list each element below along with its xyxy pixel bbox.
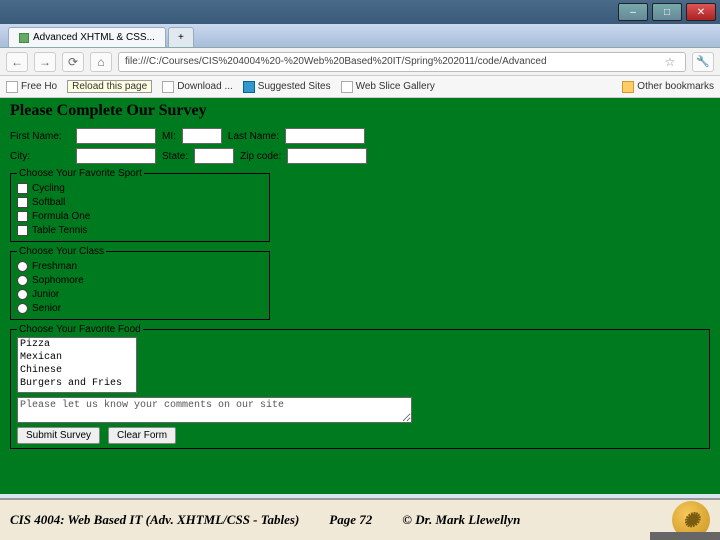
class-radio-sophomore[interactable] <box>17 275 28 286</box>
bookmark-label: Web Slice Gallery <box>356 81 435 92</box>
sport-checkbox-table-tennis[interactable] <box>17 225 28 236</box>
bookmark-star-icon[interactable]: ☆ <box>661 55 679 69</box>
tabstrip: Advanced XHTML & CSS... + <box>0 24 720 48</box>
submit-button[interactable]: Submit Survey <box>17 427 100 444</box>
bookmark-label: Free Ho <box>21 81 57 92</box>
bookmarks-bar: Free Ho Reload this page Download ... Su… <box>0 76 720 98</box>
slide-footer: CIS 4004: Web Based IT (Adv. XHTML/CSS -… <box>0 498 720 540</box>
sport-fieldset: Choose Your Favorite Sport Cycling Softb… <box>10 168 270 242</box>
maximize-button[interactable]: □ <box>652 3 682 21</box>
page-icon <box>341 81 353 93</box>
city-label: City: <box>10 151 70 162</box>
class-option-label: Sophomore <box>32 275 84 286</box>
bookmark-label: Suggested Sites <box>258 81 331 92</box>
footer-course: CIS 4004: Web Based IT (Adv. XHTML/CSS -… <box>10 512 299 528</box>
city-input[interactable] <box>76 148 156 164</box>
food-listbox[interactable]: Pizza Mexican Chinese Burgers and Fries <box>17 337 137 393</box>
class-option-label: Junior <box>32 289 59 300</box>
back-button[interactable]: ← <box>6 52 28 72</box>
sport-option-label: Formula One <box>32 211 90 222</box>
sport-option-label: Table Tennis <box>32 225 87 236</box>
state-label: State: <box>162 151 188 162</box>
sport-option-label: Softball <box>32 197 65 208</box>
bookmark-label: Download ... <box>177 81 233 92</box>
food-option[interactable]: Burgers and Fries <box>18 377 136 390</box>
tab-title: Advanced XHTML & CSS... <box>33 32 155 43</box>
sport-checkbox-cycling[interactable] <box>17 183 28 194</box>
sport-checkbox-softball[interactable] <box>17 197 28 208</box>
last-name-label: Last Name: <box>228 131 279 142</box>
reload-tooltip: Reload this page <box>67 80 152 93</box>
class-legend: Choose Your Class <box>17 246 106 257</box>
page-icon <box>162 81 174 93</box>
food-option[interactable]: Mexican <box>18 351 136 364</box>
sport-checkbox-formula-one[interactable] <box>17 211 28 222</box>
name-row: First Name: MI: Last Name: <box>10 128 710 144</box>
new-tab-button[interactable]: + <box>168 27 194 47</box>
page-content: Please Complete Our Survey First Name: M… <box>0 98 720 494</box>
zip-label: Zip code: <box>240 151 281 162</box>
class-option-label: Senior <box>32 303 61 314</box>
bookmark-label: Other bookmarks <box>637 81 714 92</box>
class-radio-junior[interactable] <box>17 289 28 300</box>
class-radio-freshman[interactable] <box>17 261 28 272</box>
address-row: City: State: Zip code: <box>10 148 710 164</box>
bookmark-item[interactable]: Download ... <box>162 81 233 93</box>
close-button[interactable]: ✕ <box>686 3 716 21</box>
mi-input[interactable] <box>182 128 222 144</box>
sport-option-label: Cycling <box>32 183 65 194</box>
slide-progress-bar <box>650 532 720 540</box>
home-button[interactable]: ⌂ <box>90 52 112 72</box>
nav-toolbar: ← → ⟳ ⌂ file:///C:/Courses/CIS%204004%20… <box>0 48 720 76</box>
mi-label: MI: <box>162 131 176 142</box>
sport-legend: Choose Your Favorite Sport <box>17 168 144 179</box>
tab-active[interactable]: Advanced XHTML & CSS... <box>8 27 166 47</box>
page-favicon <box>19 33 29 43</box>
other-bookmarks-button[interactable]: Other bookmarks <box>622 81 714 93</box>
url-text: file:///C:/Courses/CIS%204004%20-%20Web%… <box>125 56 547 67</box>
food-option[interactable]: Pizza <box>18 338 136 351</box>
forward-button[interactable]: → <box>34 52 56 72</box>
food-legend: Choose Your Favorite Food <box>17 324 143 335</box>
state-input[interactable] <box>194 148 234 164</box>
clear-button[interactable]: Clear Form <box>108 427 176 444</box>
window-titlebar: – □ ✕ <box>0 0 720 24</box>
class-radio-senior[interactable] <box>17 303 28 314</box>
bookmark-item[interactable]: Suggested Sites <box>243 81 331 93</box>
class-fieldset: Choose Your Class Freshman Sophomore Jun… <box>10 246 270 320</box>
bookmark-item[interactable]: Free Ho <box>6 81 57 93</box>
page-title: Please Complete Our Survey <box>10 102 710 120</box>
last-name-input[interactable] <box>285 128 365 144</box>
page-icon <box>243 81 255 93</box>
first-name-label: First Name: <box>10 131 70 142</box>
class-option-label: Freshman <box>32 261 77 272</box>
bookmark-item[interactable]: Web Slice Gallery <box>341 81 435 93</box>
minimize-button[interactable]: – <box>618 3 648 21</box>
comments-textarea[interactable]: Please let us know your comments on our … <box>17 397 412 423</box>
food-fieldset: Choose Your Favorite Food Pizza Mexican … <box>10 324 710 449</box>
food-option[interactable]: Chinese <box>18 364 136 377</box>
page-icon <box>6 81 18 93</box>
footer-page: Page 72 <box>329 512 372 528</box>
url-bar[interactable]: file:///C:/Courses/CIS%204004%20-%20Web%… <box>118 52 686 72</box>
zip-input[interactable] <box>287 148 367 164</box>
footer-copyright: © Dr. Mark Llewellyn <box>402 512 520 528</box>
reload-button[interactable]: ⟳ <box>62 52 84 72</box>
folder-icon <box>622 81 634 93</box>
first-name-input[interactable] <box>76 128 156 144</box>
wrench-menu-button[interactable]: 🔧 <box>692 52 714 72</box>
